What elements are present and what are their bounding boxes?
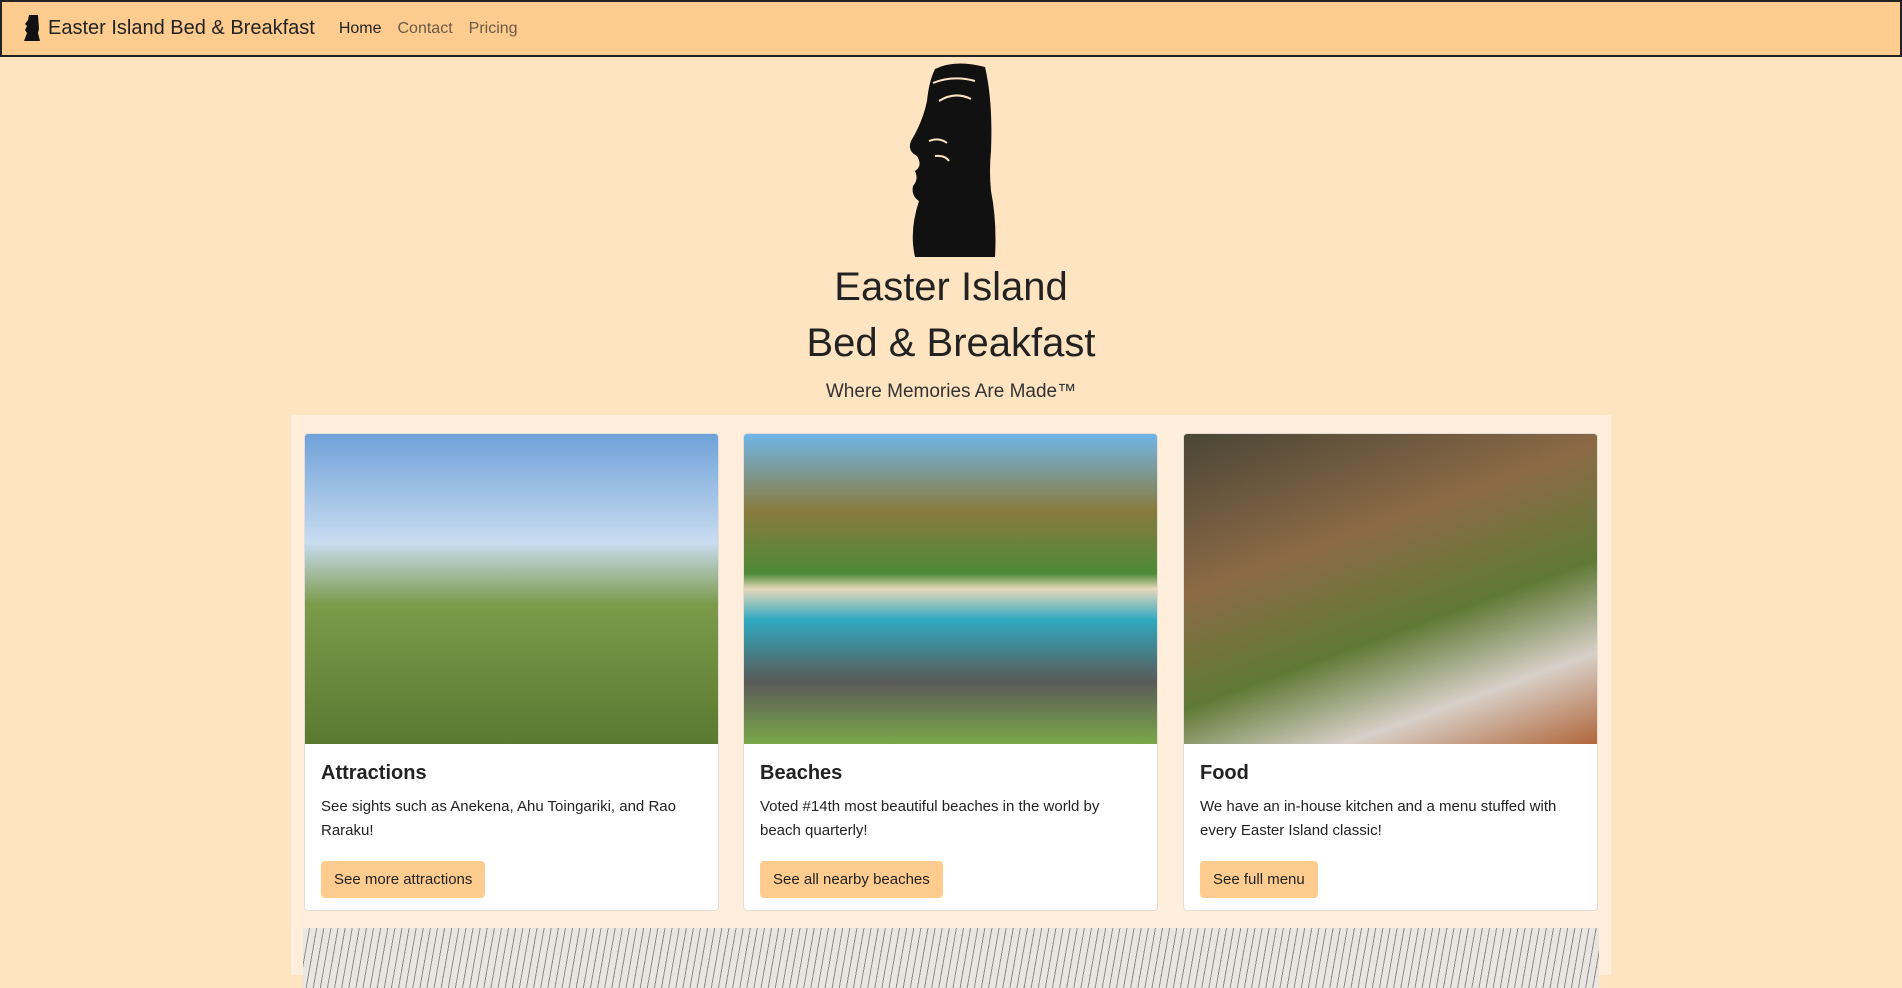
card-text: Voted #14th most beautiful beaches in th… [760,798,1100,839]
card-attractions: Attractions See sights such as Anekena, … [304,433,719,911]
moai-logo-icon [909,63,996,257]
card-text: We have an in-house kitchen and a menu s… [1200,798,1557,839]
card-title: Beaches [760,762,843,784]
card-food: Food We have an in-house kitchen and a m… [1183,433,1598,911]
see-full-menu-button[interactable]: See full menu [1200,861,1318,898]
nav-home[interactable]: Home [339,20,382,38]
bedroom-banner-image [303,928,1599,988]
hero-subtitle: Where Memories Are Made™ [825,381,1077,402]
navbar-brand[interactable]: Easter Island Bed & Breakfast [24,14,315,43]
card-beaches: Beaches Voted #14th most beautiful beach… [743,433,1158,911]
cards-container: Attractions See sights such as Anekena, … [291,415,1611,988]
moai-logo-icon [24,14,40,41]
brand-text: Easter Island Bed & Breakfast [48,17,315,39]
hero-title-line1: Easter Island [834,265,1068,309]
see-more-attractions-button[interactable]: See more attractions [321,861,486,898]
hero: Easter Island Bed & Breakfast Where Memo… [0,61,1902,403]
beaches-image [744,434,1157,744]
attractions-image [305,434,718,744]
nav-contact[interactable]: Contact [398,20,453,38]
navbar: Easter Island Bed & Breakfast Home Conta… [0,0,1902,57]
hero-title-line2: Bed & Breakfast [806,321,1096,365]
see-all-nearby-beaches-button[interactable]: See all nearby beaches [760,861,943,898]
card-title: Food [1200,762,1249,784]
card-title: Attractions [321,762,427,784]
food-image [1184,434,1597,744]
card-text: See sights such as Anekena, Ahu Toingari… [321,798,676,839]
nav-pricing[interactable]: Pricing [469,20,518,38]
